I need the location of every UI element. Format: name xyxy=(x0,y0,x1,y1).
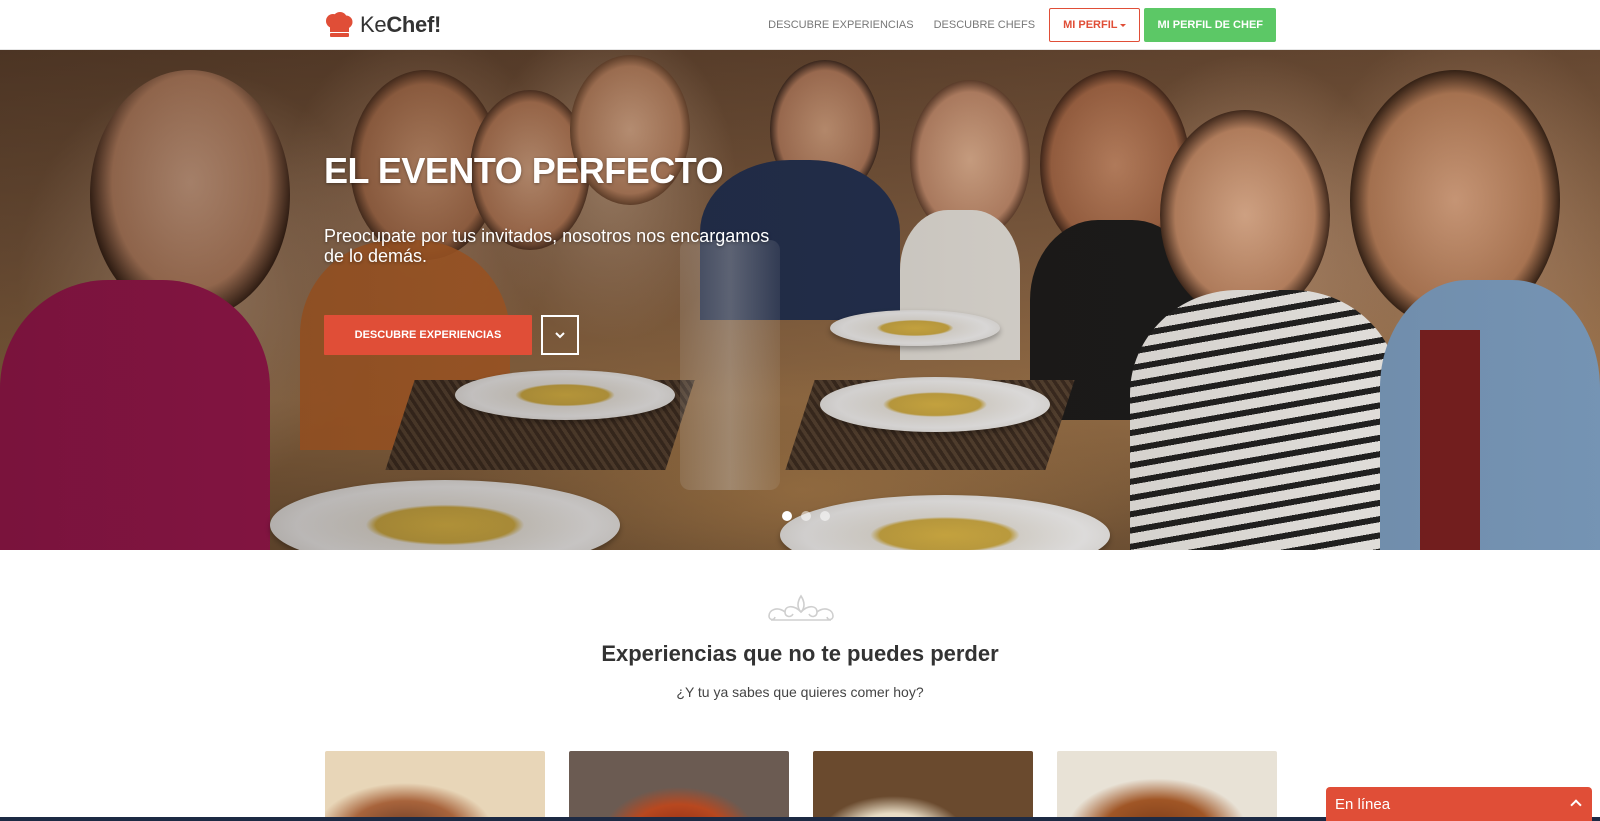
chef-profile-button[interactable]: MI PERFIL DE CHEF xyxy=(1144,8,1276,42)
nav-link-descubre-chefs[interactable]: DESCUBRE CHEFS xyxy=(924,8,1045,42)
experience-card[interactable] xyxy=(813,751,1033,821)
carousel-dot-3[interactable] xyxy=(820,511,830,521)
nav-link-descubre-experiencias[interactable]: DESCUBRE EXPERIENCIAS xyxy=(758,8,923,42)
carousel-dot-1[interactable] xyxy=(782,511,792,521)
caret-down-icon xyxy=(1120,23,1127,27)
section-title: Experiencias que no te puedes perder xyxy=(601,641,999,666)
carousel-dot-2[interactable] xyxy=(801,511,811,521)
experience-card[interactable] xyxy=(325,751,545,821)
brand-name-part1: Ke xyxy=(360,12,387,37)
ornament-divider-icon xyxy=(768,594,834,621)
chat-widget[interactable]: En línea xyxy=(1326,787,1592,821)
brand-name-part2: Chef! xyxy=(386,12,442,37)
navbar: Ke Chef! DESCUBRE EXPERIENCIAS DESCUBRE … xyxy=(0,0,1600,50)
profile-dropdown-button[interactable]: MI PERFIL xyxy=(1049,8,1141,42)
chat-status-label: En línea xyxy=(1335,796,1391,813)
chevron-down-icon xyxy=(555,332,565,339)
chevron-up-icon[interactable] xyxy=(1570,799,1582,811)
hero-carousel: EL EVENTO PERFECTO Preocupate por tus in… xyxy=(0,50,1600,550)
scroll-down-button[interactable] xyxy=(541,315,579,355)
nav-links: DESCUBRE EXPERIENCIAS DESCUBRE CHEFS MI … xyxy=(758,8,1276,42)
hero-subtitle: Preocupate por tus invitados, nosotros n… xyxy=(324,226,770,266)
section-subtitle: ¿Y tu ya sabes que quieres comer hoy? xyxy=(676,684,924,700)
carousel-indicators xyxy=(782,511,830,521)
hero-overlay xyxy=(0,50,1600,550)
experience-card[interactable] xyxy=(569,751,789,821)
discover-experiences-button[interactable]: DESCUBRE EXPERIENCIAS xyxy=(324,315,532,355)
chef-hat-icon xyxy=(326,12,353,37)
hero-title: EL EVENTO PERFECTO xyxy=(324,150,724,191)
brand-logo[interactable]: Ke Chef! xyxy=(324,11,441,39)
experience-card[interactable] xyxy=(1057,751,1277,821)
profile-button-label: MI PERFIL xyxy=(1063,19,1118,31)
